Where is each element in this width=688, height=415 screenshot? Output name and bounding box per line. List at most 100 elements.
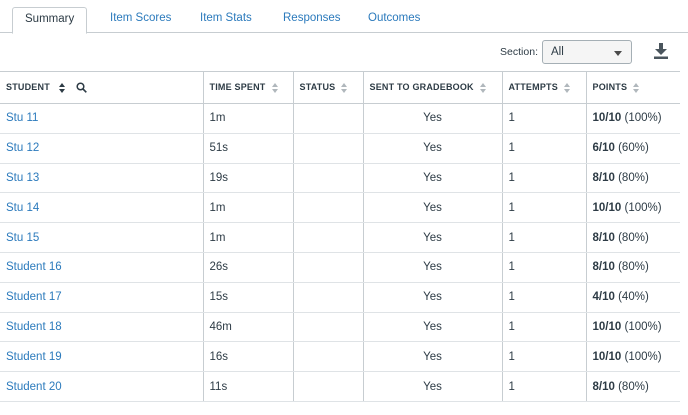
search-icon[interactable] — [76, 82, 88, 93]
tab-item-stats[interactable]: Item Stats — [200, 7, 252, 33]
cell-points: 10/10 (100%) — [586, 192, 680, 224]
cell-time-spent: 1m — [203, 192, 294, 224]
points-score: 10/10 — [592, 320, 622, 333]
cell-student: Student 16 — [0, 252, 204, 283]
table-row: Student 17 15s Yes 1 4/10 (40%) — [0, 282, 680, 313]
points-percent: (100%) — [624, 350, 662, 363]
cell-sent-to-gradebook: Yes — [363, 341, 503, 373]
points-score: 10/10 — [592, 350, 622, 363]
column-header-sent-to-gradebook[interactable]: SENT TO GRADEBOOK — [363, 71, 503, 104]
cell-points: 10/10 (100%) — [586, 103, 680, 134]
cell-status — [293, 282, 364, 313]
table-row: Stu 15 1m Yes 1 8/10 (80%) — [0, 222, 680, 253]
cell-time-spent: 51s — [203, 133, 294, 164]
section-label: Section: — [500, 46, 538, 58]
sort-icon[interactable] — [271, 82, 279, 93]
cell-status — [293, 103, 364, 134]
cell-sent-to-gradebook: Yes — [363, 192, 503, 224]
cell-sent-to-gradebook: Yes — [363, 163, 503, 194]
chevron-down-icon — [614, 51, 622, 56]
points-percent: (100%) — [624, 112, 662, 125]
cell-points: 10/10 (100%) — [586, 341, 680, 373]
tab-outcomes[interactable]: Outcomes — [368, 7, 420, 33]
student-link[interactable]: Stu 13 — [6, 172, 39, 184]
points-percent: (80%) — [618, 231, 649, 244]
points-score: 8/10 — [592, 261, 615, 274]
points-score: 8/10 — [592, 380, 615, 393]
cell-sent-to-gradebook: Yes — [363, 222, 503, 253]
tab-summary[interactable]: Summary — [12, 7, 88, 34]
student-link[interactable]: Stu 15 — [6, 232, 39, 244]
student-link[interactable]: Stu 14 — [6, 202, 39, 214]
tab-item-scores[interactable]: Item Scores — [110, 7, 171, 33]
cell-points: 8/10 (80%) — [586, 371, 680, 402]
points-percent: (80%) — [618, 261, 649, 274]
student-link[interactable]: Stu 11 — [6, 112, 38, 124]
cell-attempts: 1 — [502, 133, 587, 164]
cell-time-spent: 16s — [203, 341, 294, 373]
cell-sent-to-gradebook: Yes — [363, 371, 503, 402]
tab-responses[interactable]: Responses — [283, 7, 341, 33]
points-score: 4/10 — [592, 291, 615, 304]
column-header-points[interactable]: POINTS — [586, 71, 680, 104]
cell-status — [293, 252, 364, 283]
column-header-status[interactable]: STATUS — [293, 71, 364, 104]
points-percent: (100%) — [624, 201, 662, 214]
section-select-value: All — [551, 46, 564, 58]
points-score: 8/10 — [592, 231, 615, 244]
cell-student: Stu 15 — [0, 222, 204, 253]
cell-time-spent: 11s — [203, 371, 294, 402]
download-icon[interactable] — [654, 43, 668, 59]
cell-status — [293, 222, 364, 253]
student-link[interactable]: Student 16 — [6, 261, 62, 273]
table-row: Stu 14 1m Yes 1 10/10 (100%) — [0, 192, 680, 224]
student-link[interactable]: Student 20 — [6, 381, 62, 393]
cell-points: 6/10 (60%) — [586, 133, 680, 164]
column-header-attempts[interactable]: ATTEMPTS — [502, 71, 587, 104]
table-row: Student 16 26s Yes 1 8/10 (80%) — [0, 252, 680, 283]
table-row: Student 20 11s Yes 1 8/10 (80%) — [0, 371, 680, 402]
cell-attempts: 1 — [502, 103, 587, 134]
points-percent: (100%) — [624, 320, 662, 333]
cell-points: 10/10 (100%) — [586, 312, 680, 343]
sort-icon[interactable] — [633, 82, 640, 93]
student-link[interactable]: Student 18 — [6, 321, 62, 333]
cell-student: Student 17 — [0, 282, 204, 313]
cell-student: Student 19 — [0, 341, 204, 373]
results-table: STUDENT TIME SPENT STATUS SENT TO GRADEB… — [0, 71, 680, 402]
column-header-time-spent[interactable]: TIME SPENT — [203, 71, 294, 104]
student-link[interactable]: Stu 12 — [6, 142, 39, 154]
cell-student: Student 20 — [0, 371, 204, 402]
points-score: 10/10 — [592, 112, 622, 125]
cell-sent-to-gradebook: Yes — [363, 103, 503, 134]
sort-icon[interactable] — [563, 82, 571, 93]
section-select[interactable]: All — [542, 40, 632, 64]
cell-attempts: 1 — [502, 371, 587, 402]
cell-attempts: 1 — [502, 282, 587, 313]
sort-icon[interactable] — [479, 82, 487, 93]
cell-time-spent: 19s — [203, 163, 294, 194]
cell-time-spent: 1m — [203, 103, 294, 134]
table-row: Stu 11 1m Yes 1 10/10 (100%) — [0, 103, 680, 134]
cell-attempts: 1 — [502, 163, 587, 194]
student-link[interactable]: Student 19 — [6, 351, 62, 363]
sort-icon[interactable] — [58, 82, 66, 93]
table-row: Student 19 16s Yes 1 10/10 (100%) — [0, 341, 680, 373]
student-link[interactable]: Student 17 — [6, 291, 62, 303]
table-row: Stu 13 19s Yes 1 8/10 (80%) — [0, 163, 680, 194]
cell-time-spent: 26s — [203, 252, 294, 283]
cell-status — [293, 312, 364, 343]
cell-time-spent: 15s — [203, 282, 294, 313]
points-percent: (80%) — [618, 171, 649, 184]
cell-status — [293, 371, 364, 402]
column-header-student[interactable]: STUDENT — [0, 71, 204, 104]
points-score: 6/10 — [592, 142, 615, 155]
cell-sent-to-gradebook: Yes — [363, 282, 503, 313]
cell-student: Student 18 — [0, 312, 204, 343]
sort-icon[interactable] — [341, 82, 348, 93]
table-row: Stu 12 51s Yes 1 6/10 (60%) — [0, 133, 680, 164]
tab-bar: Summary Item Scores Item Stats Responses… — [0, 0, 688, 34]
cell-student: Stu 11 — [0, 103, 204, 134]
cell-attempts: 1 — [502, 222, 587, 253]
cell-attempts: 1 — [502, 341, 587, 373]
